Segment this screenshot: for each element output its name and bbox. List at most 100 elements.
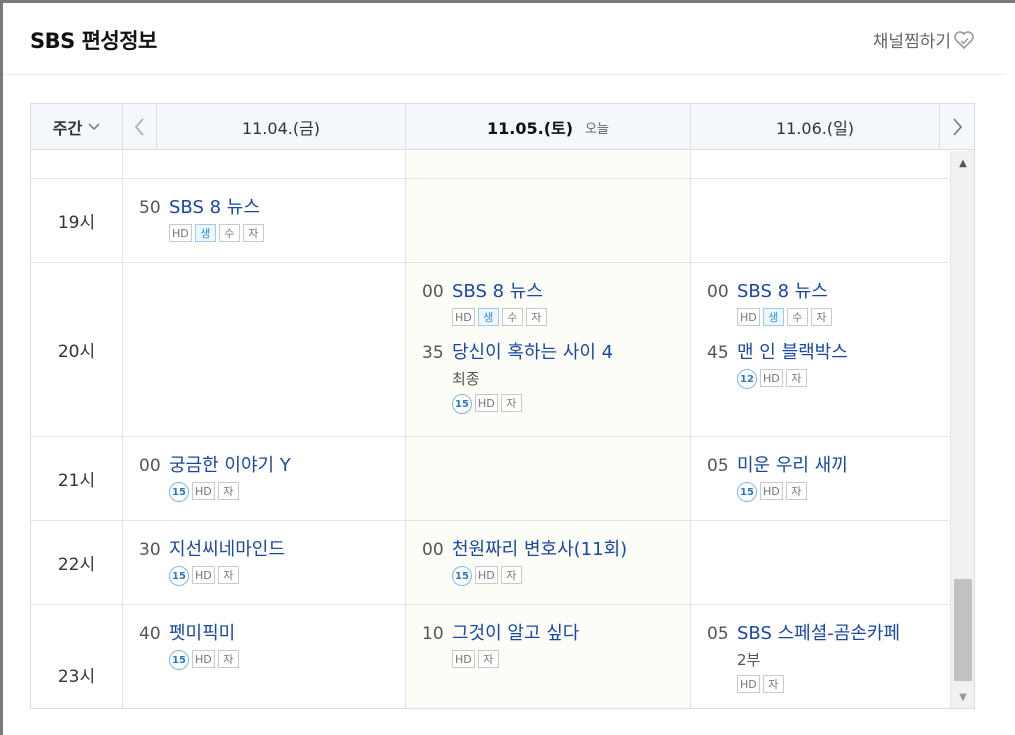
program-title-link[interactable]: 미운 우리 새끼: [737, 451, 848, 477]
program-title-link[interactable]: 맨 인 블랙박스: [737, 338, 848, 364]
program-item: 00 궁금한 이야기 Y 15 HD 자: [139, 451, 405, 502]
program-badges: HD 자: [452, 650, 690, 668]
program-line: 00 궁금한 이야기 Y: [139, 451, 405, 477]
hour-label: 19시: [31, 179, 123, 262]
hd-badge: HD: [475, 566, 498, 584]
hour-label: 22시: [31, 521, 123, 604]
prev-day-button[interactable]: [123, 104, 157, 150]
caption-badge: 자: [217, 482, 239, 500]
program-title-link[interactable]: SBS 8 뉴스: [452, 277, 543, 303]
scrollbar-thumb[interactable]: [954, 579, 972, 681]
program-minute: 50: [139, 198, 161, 218]
program-badges: 15 HD 자: [737, 482, 948, 502]
hd-badge: HD: [475, 394, 498, 412]
program-item: 35 당신이 혹하는 사이 4 최종 15 HD 자: [422, 338, 690, 414]
program-minute: 05: [707, 624, 729, 644]
schedule-cell: [406, 151, 691, 178]
next-day-button[interactable]: [940, 104, 974, 150]
sign-language-badge: 수: [218, 224, 240, 242]
program-line: 40 펫미픽미: [139, 619, 405, 645]
today-tag: 오늘: [585, 121, 609, 137]
schedule-table-header: 주간 11.04.(금) 11.05.(토) 오늘 11.06.(일): [31, 104, 974, 150]
hd-badge: HD: [192, 650, 215, 668]
live-badge: 생: [477, 308, 499, 326]
program-title-link[interactable]: SBS 8 뉴스: [737, 277, 828, 303]
hour-label: [31, 151, 123, 178]
program-minute: 05: [707, 456, 729, 476]
hd-badge: HD: [192, 482, 215, 500]
schedule-cell: 00 천원짜리 변호사(11회) 15 HD 자: [406, 521, 691, 604]
caption-badge: 자: [242, 224, 264, 242]
caption-badge: 자: [785, 369, 807, 387]
program-item: 30 지선씨네마인드 15 HD 자: [139, 535, 405, 586]
program-item: 05 미운 우리 새끼 15 HD 자: [707, 451, 948, 502]
schedule-cell: [691, 179, 948, 262]
program-title-link[interactable]: 당신이 혹하는 사이 4: [452, 338, 613, 364]
week-view-dropdown[interactable]: 주간: [31, 104, 123, 150]
program-badges: 15 HD 자: [169, 566, 405, 586]
program-item: 10 그것이 알고 싶다 HD 자: [422, 619, 690, 668]
schedule-cell: [691, 521, 948, 604]
schedule-cell: 00 SBS 8 뉴스 HD 생 수 자 35 당신이 혹하는 사이 4 최종 15 HD 자: [406, 263, 691, 436]
program-title-link[interactable]: 궁금한 이야기 Y: [169, 451, 291, 477]
program-badges: 15 HD 자: [169, 482, 405, 502]
age-rating-badge: 15: [452, 394, 472, 414]
age-rating-badge: 15: [169, 482, 189, 502]
hd-badge: HD: [760, 482, 783, 500]
hour-label: 20시: [31, 263, 123, 436]
schedule-table: 주간 11.04.(금) 11.05.(토) 오늘 11.06.(일) 19시 5…: [30, 103, 975, 709]
age-rating-badge: 12: [737, 369, 757, 389]
schedule-cell: [406, 179, 691, 262]
window-shadow-bottom: [3, 724, 1015, 735]
program-subtitle: 2부: [737, 651, 761, 669]
age-rating-badge: 15: [169, 566, 189, 586]
program-badges: 15 HD 자: [452, 566, 690, 586]
program-title-link[interactable]: SBS 스페셜-곰손카페: [737, 619, 900, 645]
program-item: 00 천원짜리 변호사(11회) 15 HD 자: [422, 535, 690, 586]
program-title-link[interactable]: 펫미픽미: [169, 619, 235, 645]
scrollbar[interactable]: ▲ ▼: [950, 151, 974, 708]
table-row: 22시 30 지선씨네마인드 15 HD 자 00 천원짜리 변호사(11회) 15 HD 자: [31, 521, 948, 605]
hd-badge: HD: [452, 308, 475, 326]
program-item: 45 맨 인 블랙박스 12 HD 자: [707, 338, 948, 389]
scroll-down-arrow-icon[interactable]: ▼: [951, 689, 974, 705]
age-rating-badge: 15: [737, 482, 757, 502]
favorite-channel-label: 채널찜하기: [872, 32, 951, 52]
caption-badge: 자: [477, 650, 499, 668]
schedule-body: 19시 50 SBS 8 뉴스 HD 생 수 자 20시 00 SBS 8 뉴스 HD 생 수 자 35 당신…: [31, 151, 948, 708]
program-minute: 00: [422, 282, 444, 302]
program-line: 45 맨 인 블랙박스: [707, 338, 948, 364]
program-title-link[interactable]: 지선씨네마인드: [169, 535, 285, 561]
day-header-2: 11.06.(일): [691, 104, 940, 150]
program-title-link[interactable]: 그것이 알고 싶다: [452, 619, 579, 645]
program-line: 50 SBS 8 뉴스: [139, 193, 405, 219]
schedule-panel: SBS 편성정보 채널찜하기 주간 11.04.(금) 11.05.(토) 오늘: [3, 3, 1005, 724]
program-badges: HD 생 수 자: [737, 308, 948, 326]
program-line: 05 SBS 스페셜-곰손카페: [707, 619, 948, 645]
program-minute: 00: [139, 456, 161, 476]
table-row: 19시 50 SBS 8 뉴스 HD 생 수 자: [31, 179, 948, 263]
week-view-label: 주간: [52, 119, 83, 138]
sign-language-badge: 수: [501, 308, 523, 326]
chevron-down-icon: [88, 123, 100, 131]
table-row: 21시 00 궁금한 이야기 Y 15 HD 자 05 미운 우리 새끼 15 HD 자: [31, 437, 948, 521]
schedule-cell: 05 SBS 스페셜-곰손카페 2부 HD 자: [691, 605, 948, 708]
table-row: 20시 00 SBS 8 뉴스 HD 생 수 자 35 당신이 혹하는 사이 4 최종 15 HD 자 0…: [31, 263, 948, 437]
scroll-up-arrow-icon[interactable]: ▲: [951, 155, 974, 171]
day-header-1: 11.05.(토) 오늘: [406, 104, 691, 150]
age-rating-badge: 15: [452, 566, 472, 586]
program-title-link[interactable]: SBS 8 뉴스: [169, 193, 260, 219]
sign-language-badge: 수: [786, 308, 808, 326]
program-item: 50 SBS 8 뉴스 HD 생 수 자: [139, 193, 405, 242]
day-header-0: 11.04.(금): [157, 104, 406, 150]
favorite-channel-button[interactable]: 채널찜하기: [873, 27, 975, 52]
schedule-cell: 30 지선씨네마인드 15 HD 자: [123, 521, 406, 604]
program-badges: HD 자: [737, 675, 948, 693]
schedule-cell: 50 SBS 8 뉴스 HD 생 수 자: [123, 179, 406, 262]
chevron-right-icon: [953, 118, 962, 136]
hour-label: 23시: [31, 605, 123, 708]
program-minute: 00: [707, 282, 729, 302]
caption-badge: 자: [810, 308, 832, 326]
caption-badge: 자: [500, 566, 522, 584]
program-title-link[interactable]: 천원짜리 변호사(11회): [452, 535, 627, 561]
